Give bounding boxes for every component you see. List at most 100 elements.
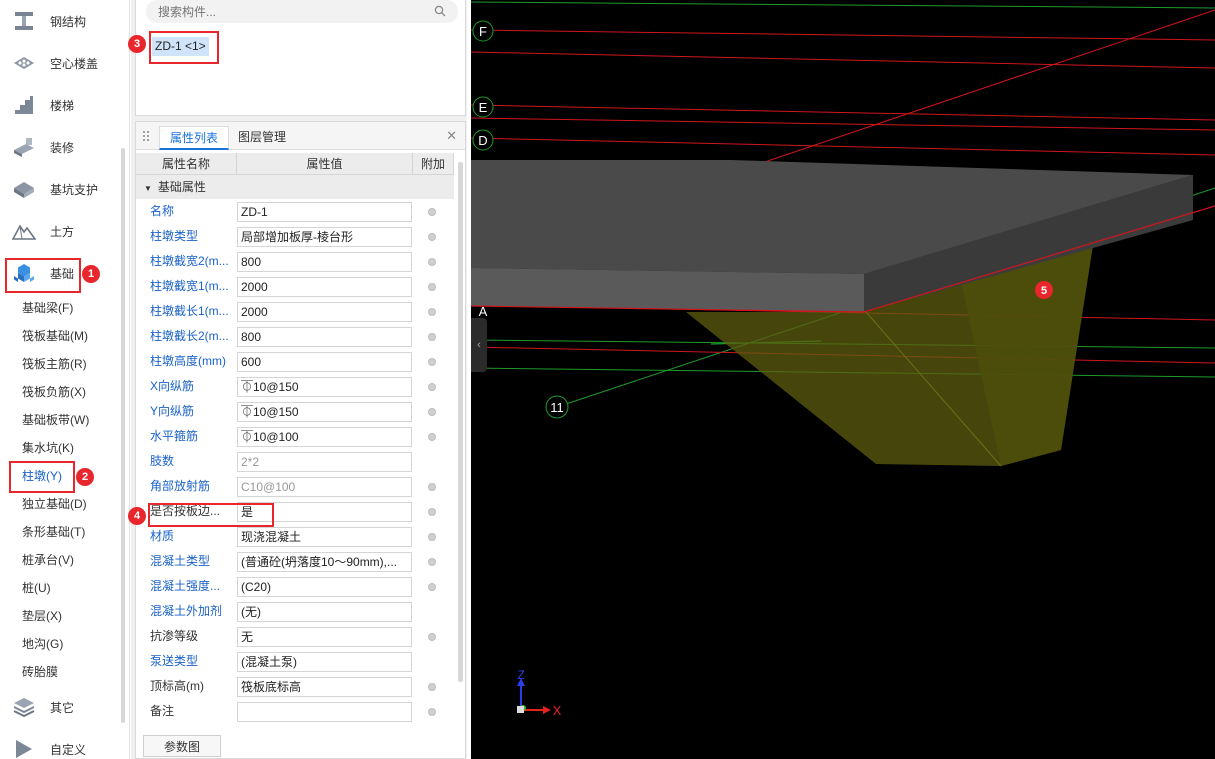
search-input[interactable]: [146, 0, 458, 23]
property-row[interactable]: 柱墩截宽1(m... 2000: [136, 274, 454, 299]
property-value-field[interactable]: ZD-1: [237, 202, 412, 222]
property-row[interactable]: 柱墩截宽2(m... 800: [136, 249, 454, 274]
nav-sub-item[interactable]: 桩承台(V): [22, 546, 74, 574]
property-row[interactable]: 柱墩类型 局部增加板厚-棱台形: [136, 224, 454, 249]
property-row[interactable]: 水平箍筋 ⏁10@100: [136, 424, 454, 449]
nav-scrollbar[interactable]: [121, 148, 125, 723]
property-value-field[interactable]: (普通砼(坍落度10～90mm),...: [237, 552, 412, 572]
nav-sub-item[interactable]: 条形基础(T): [22, 518, 85, 546]
nav-sub-item[interactable]: 垫层(X): [22, 602, 62, 630]
property-row[interactable]: 材质 现浇混凝土: [136, 524, 454, 549]
property-row[interactable]: 抗渗等级 无: [136, 624, 454, 649]
tab-property-list[interactable]: 属性列表: [159, 126, 230, 150]
property-row[interactable]: 泵送类型 (混凝土泵): [136, 649, 454, 674]
drag-handle-icon[interactable]: [142, 130, 150, 142]
property-value-field[interactable]: 现浇混凝土: [237, 527, 412, 547]
extra-checkbox[interactable]: [428, 558, 436, 566]
tab-layer-management[interactable]: 图层管理: [228, 126, 296, 150]
search-icon[interactable]: [434, 5, 446, 20]
property-value-field[interactable]: 800: [237, 327, 412, 347]
property-value-field[interactable]: ⏁10@150: [237, 402, 412, 422]
nav-sub-item[interactable]: 筏板基础(M): [22, 322, 88, 350]
nav-sub-item[interactable]: 基础板带(W): [22, 406, 89, 434]
property-name: 柱墩截宽1(m...: [150, 279, 229, 293]
collapse-panel-chevron-icon[interactable]: ‹: [471, 318, 487, 372]
nav-category-custom[interactable]: 自定义: [0, 728, 118, 759]
property-row[interactable]: 角部放射筋 C10@100: [136, 474, 454, 499]
property-name: 混凝土类型: [150, 554, 211, 568]
property-row[interactable]: X向纵筋 ⏁10@150: [136, 374, 454, 399]
extra-checkbox[interactable]: [428, 633, 436, 641]
property-row[interactable]: 肢数 2*2: [136, 449, 454, 474]
property-value-field[interactable]: 2000: [237, 302, 412, 322]
extra-checkbox[interactable]: [428, 233, 436, 241]
property-value-field[interactable]: (无): [237, 602, 412, 622]
nav-category-earthwork[interactable]: 土方: [0, 210, 118, 252]
extra-checkbox[interactable]: [428, 383, 436, 391]
property-value-field[interactable]: 600: [237, 352, 412, 372]
nav-sub-item[interactable]: 筏板负筋(X): [22, 378, 86, 406]
extra-checkbox[interactable]: [428, 533, 436, 541]
property-value-field[interactable]: 局部增加板厚-棱台形: [237, 227, 412, 247]
annotation-badge-4: 4: [128, 507, 146, 525]
extra-checkbox[interactable]: [428, 508, 436, 516]
property-value-field[interactable]: (C20): [237, 577, 412, 597]
property-value-field[interactable]: 无: [237, 627, 412, 647]
nav-category-stairs[interactable]: 楼梯: [0, 84, 118, 126]
properties-scrollbar[interactable]: [458, 162, 463, 682]
extra-checkbox[interactable]: [428, 708, 436, 716]
property-value-field[interactable]: 2000: [237, 277, 412, 297]
extra-checkbox[interactable]: [428, 208, 436, 216]
extra-checkbox[interactable]: [428, 258, 436, 266]
property-value-field[interactable]: ⏁10@150: [237, 377, 412, 397]
nav-category-other[interactable]: 其它: [0, 686, 118, 728]
property-row[interactable]: 备注: [136, 699, 454, 724]
property-row[interactable]: 混凝土类型 (普通砼(坍落度10～90mm),...: [136, 549, 454, 574]
grid-line-red: [471, 117, 1215, 131]
property-row[interactable]: 顶标高(m) 筏板底标高: [136, 674, 454, 699]
nav-sub-item[interactable]: 地沟(G): [22, 630, 63, 658]
property-row[interactable]: 混凝土强度... (C20): [136, 574, 454, 599]
extra-checkbox[interactable]: [428, 333, 436, 341]
3d-viewport[interactable]: F E D A 11 5 Z X ‹: [471, 0, 1215, 759]
extra-checkbox[interactable]: [428, 483, 436, 491]
nav-category-decoration[interactable]: 装修: [0, 126, 118, 168]
property-row[interactable]: 混凝土外加剂 (无): [136, 599, 454, 624]
svg-text:X: X: [553, 703, 562, 718]
property-value-field[interactable]: 800: [237, 252, 412, 272]
property-value-field[interactable]: (混凝土泵): [237, 652, 412, 672]
property-name: 混凝土外加剂: [150, 604, 223, 618]
property-row[interactable]: Y向纵筋 ⏁10@150: [136, 399, 454, 424]
property-row[interactable]: 名称 ZD-1: [136, 199, 454, 224]
extra-checkbox[interactable]: [428, 358, 436, 366]
property-group-header[interactable]: ▼ 基础属性: [136, 175, 454, 199]
nav-category-pit-support[interactable]: 基坑支护: [0, 168, 118, 210]
extra-checkbox[interactable]: [428, 408, 436, 416]
nav-category-label: 楼梯: [50, 98, 75, 113]
nav-category-steel[interactable]: 钢结构: [0, 0, 118, 42]
property-value-field[interactable]: C10@100: [237, 477, 412, 497]
extra-checkbox[interactable]: [428, 683, 436, 691]
nav-sub-item[interactable]: 筏板主筋(R): [22, 350, 87, 378]
extra-checkbox[interactable]: [428, 433, 436, 441]
property-row[interactable]: 柱墩截长1(m... 2000: [136, 299, 454, 324]
collapse-triangle-icon[interactable]: ▼: [144, 184, 152, 193]
property-value-field[interactable]: 2*2: [237, 452, 412, 472]
nav-sub-item[interactable]: 独立基础(D): [22, 490, 87, 518]
earthwork-icon: [12, 220, 36, 242]
nav-sub-item[interactable]: 桩(U): [22, 574, 51, 602]
parameter-diagram-button[interactable]: 参数图: [143, 735, 221, 757]
close-icon[interactable]: ✕: [446, 128, 457, 144]
property-row[interactable]: 柱墩高度(mm) 600: [136, 349, 454, 374]
property-value-field[interactable]: ⏁10@100: [237, 427, 412, 447]
nav-sub-item[interactable]: 基础梁(F): [22, 294, 73, 322]
extra-checkbox[interactable]: [428, 583, 436, 591]
nav-category-hollow-floor[interactable]: 空心楼盖: [0, 42, 118, 84]
property-value-field[interactable]: [237, 702, 412, 722]
extra-checkbox[interactable]: [428, 308, 436, 316]
property-value-field[interactable]: 筏板底标高: [237, 677, 412, 697]
nav-sub-item[interactable]: 集水坑(K): [22, 434, 74, 462]
property-row[interactable]: 柱墩截长2(m... 800: [136, 324, 454, 349]
nav-sub-item[interactable]: 砖胎膜: [22, 658, 58, 686]
extra-checkbox[interactable]: [428, 283, 436, 291]
